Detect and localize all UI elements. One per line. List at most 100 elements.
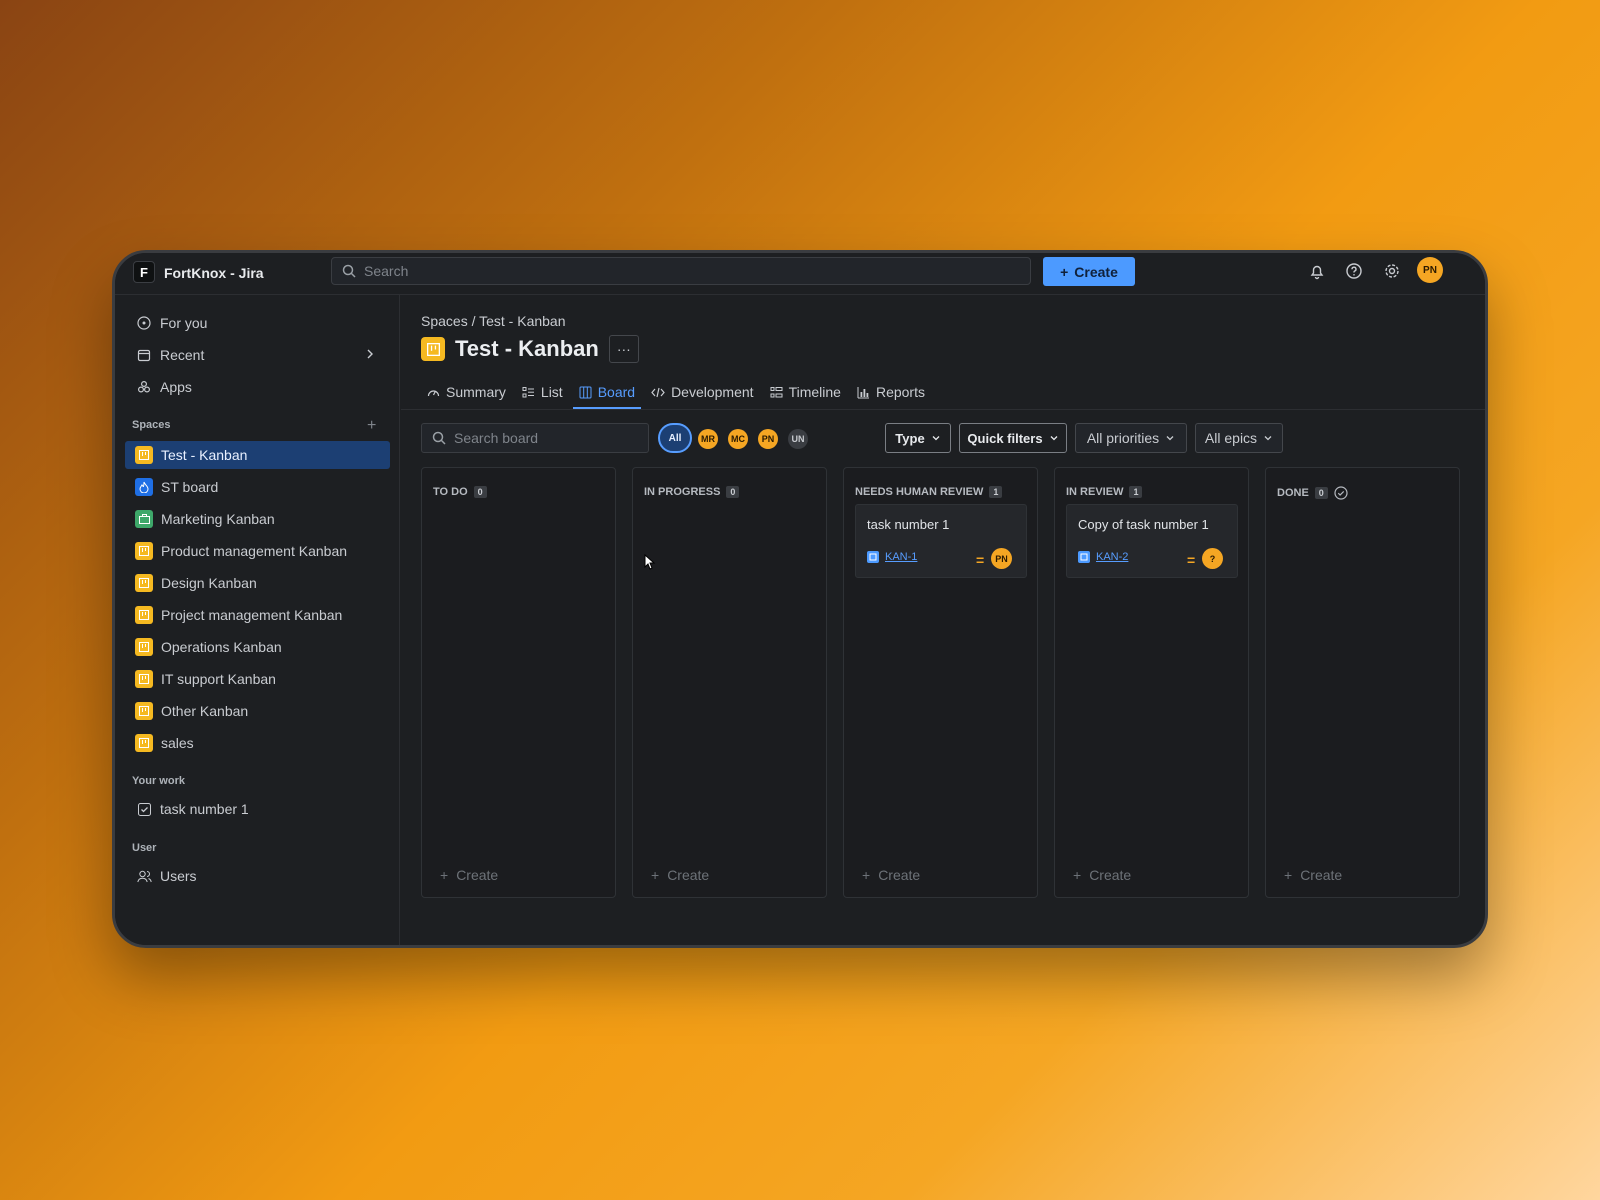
create-label: Create	[1300, 867, 1343, 883]
target-icon	[136, 315, 152, 331]
chevron-right-icon[interactable]	[363, 347, 377, 361]
sidebar-item-task-number-1[interactable]: task number 1	[127, 795, 387, 823]
tab-board[interactable]: Board	[572, 377, 642, 409]
board-column-todo: TO DO 0 + Create	[421, 467, 616, 898]
column-create-button[interactable]: + Create	[651, 867, 709, 883]
epics-dropdown[interactable]: All epics	[1195, 423, 1283, 453]
sidebar-item-apps[interactable]: Apps	[127, 373, 387, 401]
issue-key: KAN-2	[1096, 551, 1129, 563]
issue-card[interactable]: task number 1 KAN-1 = PN	[855, 504, 1027, 578]
tab-label: Board	[597, 384, 636, 400]
plus-icon: +	[651, 867, 660, 883]
divider	[401, 409, 1485, 410]
search-icon	[342, 264, 356, 278]
global-search-input[interactable]: Search	[331, 257, 1031, 285]
app-window: F FortKnox - Jira Search + Create PN For…	[112, 250, 1488, 948]
sidebar-item-recent[interactable]: Recent	[127, 341, 387, 369]
chevron-down-icon	[1050, 436, 1058, 441]
sidebar-space-sales[interactable]: sales	[125, 729, 390, 757]
column-title: NEEDS HUMAN REVIEW	[855, 486, 984, 498]
space-label: ST board	[161, 479, 219, 495]
filter-avatar-mr[interactable]: MR	[698, 429, 718, 449]
space-label: Marketing Kanban	[161, 511, 275, 527]
filter-avatar-un[interactable]: UN	[788, 429, 808, 449]
issue-key-link[interactable]: KAN-2	[1078, 551, 1128, 563]
board-toolbar: Search board All MR MC PN UN Type Quick …	[401, 423, 1485, 455]
column-count-badge: 0	[473, 486, 487, 498]
help-icon[interactable]	[1345, 262, 1363, 280]
sidebar-space-project-management-kanban[interactable]: Project management Kanban	[125, 601, 390, 629]
tab-reports[interactable]: Reports	[851, 377, 931, 407]
tab-label: Summary	[446, 384, 506, 400]
add-space-icon[interactable]: +	[367, 417, 376, 435]
column-header: DONE 0	[1277, 486, 1348, 500]
tab-list[interactable]: List	[516, 377, 569, 407]
create-label: Create	[878, 867, 921, 883]
column-create-button[interactable]: + Create	[440, 867, 498, 883]
dropdown-label: All priorities	[1086, 430, 1160, 446]
filter-all-button[interactable]: All	[658, 423, 692, 453]
create-button[interactable]: + Create	[1043, 257, 1135, 286]
kanban-icon	[135, 606, 153, 624]
sidebar-space-operations-kanban[interactable]: Operations Kanban	[125, 633, 390, 661]
priorities-dropdown[interactable]: All priorities	[1075, 423, 1187, 453]
board-search-input[interactable]: Search board	[421, 423, 649, 453]
tab-label: List	[540, 384, 563, 400]
type-filter-dropdown[interactable]: Type	[885, 423, 951, 453]
sidebar-item-label: For you	[160, 315, 208, 331]
quick-filters-dropdown[interactable]: Quick filters	[959, 423, 1067, 453]
page-title: Test - Kanban	[455, 336, 599, 361]
assignee-avatar[interactable]: PN	[991, 548, 1012, 569]
space-label: Test - Kanban	[161, 447, 248, 463]
tab-development[interactable]: Development	[645, 377, 760, 407]
sidebar-item-label: Recent	[160, 347, 205, 363]
app-title[interactable]: FortKnox - Jira	[164, 265, 264, 281]
top-bar: F FortKnox - Jira Search + Create PN	[115, 253, 1485, 295]
column-create-button[interactable]: + Create	[1284, 867, 1342, 883]
sidebar-space-product-management-kanban[interactable]: Product management Kanban	[125, 537, 390, 565]
assignee-avatar[interactable]: ?	[1202, 548, 1223, 569]
space-label: Operations Kanban	[161, 639, 282, 655]
user-avatar[interactable]: PN	[1417, 257, 1443, 283]
column-create-button[interactable]: + Create	[862, 867, 920, 883]
board-icon	[579, 386, 592, 399]
task-icon	[867, 551, 879, 563]
list-icon	[522, 386, 535, 399]
column-create-button[interactable]: + Create	[1073, 867, 1131, 883]
sidebar-space-st-board[interactable]: ST board	[125, 473, 390, 501]
sidebar-item-for-you[interactable]: For you	[127, 309, 387, 337]
column-header: TO DO 0	[433, 486, 487, 498]
sidebar-item-users[interactable]: Users	[127, 862, 387, 890]
column-header: IN REVIEW 1	[1066, 486, 1143, 498]
your-work-section-label: Your work	[132, 775, 185, 787]
breadcrumb[interactable]: Spaces / Test - Kanban	[421, 313, 566, 329]
more-actions-button[interactable]: ···	[608, 335, 639, 363]
gauge-icon	[427, 386, 440, 399]
plus-icon: +	[1073, 867, 1082, 883]
space-label: Project management Kanban	[161, 607, 343, 623]
issue-card[interactable]: Copy of task number 1 KAN-2 = ?	[1066, 504, 1238, 578]
issue-key-link[interactable]: KAN-1	[867, 551, 917, 563]
app-logo[interactable]: F	[133, 261, 155, 283]
timeline-icon	[770, 386, 783, 399]
tab-summary[interactable]: Summary	[421, 377, 512, 407]
sidebar-space-other-kanban[interactable]: Other Kanban	[125, 697, 390, 725]
spaces-section-label: Spaces	[132, 419, 171, 431]
kanban-icon	[135, 542, 153, 560]
bell-icon[interactable]	[1308, 262, 1326, 280]
filter-avatar-pn[interactable]: PN	[758, 429, 778, 449]
chevron-down-icon	[1166, 436, 1174, 441]
sidebar-space-it-support-kanban[interactable]: IT support Kanban	[125, 665, 390, 693]
sidebar-space-test-kanban[interactable]: Test - Kanban	[125, 441, 390, 469]
dropdown-label: All epics	[1204, 430, 1258, 446]
sidebar-space-marketing-kanban[interactable]: Marketing Kanban	[125, 505, 390, 533]
tab-timeline[interactable]: Timeline	[764, 377, 847, 407]
card-title: task number 1	[867, 517, 950, 532]
sidebar-space-design-kanban[interactable]: Design Kanban	[125, 569, 390, 597]
search-placeholder: Search	[364, 263, 409, 279]
tab-label: Timeline	[788, 384, 841, 400]
sidebar-item-label: Apps	[160, 379, 192, 395]
plus-icon: +	[440, 867, 449, 883]
gear-icon[interactable]	[1383, 262, 1401, 280]
filter-avatar-mc[interactable]: MC	[728, 429, 748, 449]
